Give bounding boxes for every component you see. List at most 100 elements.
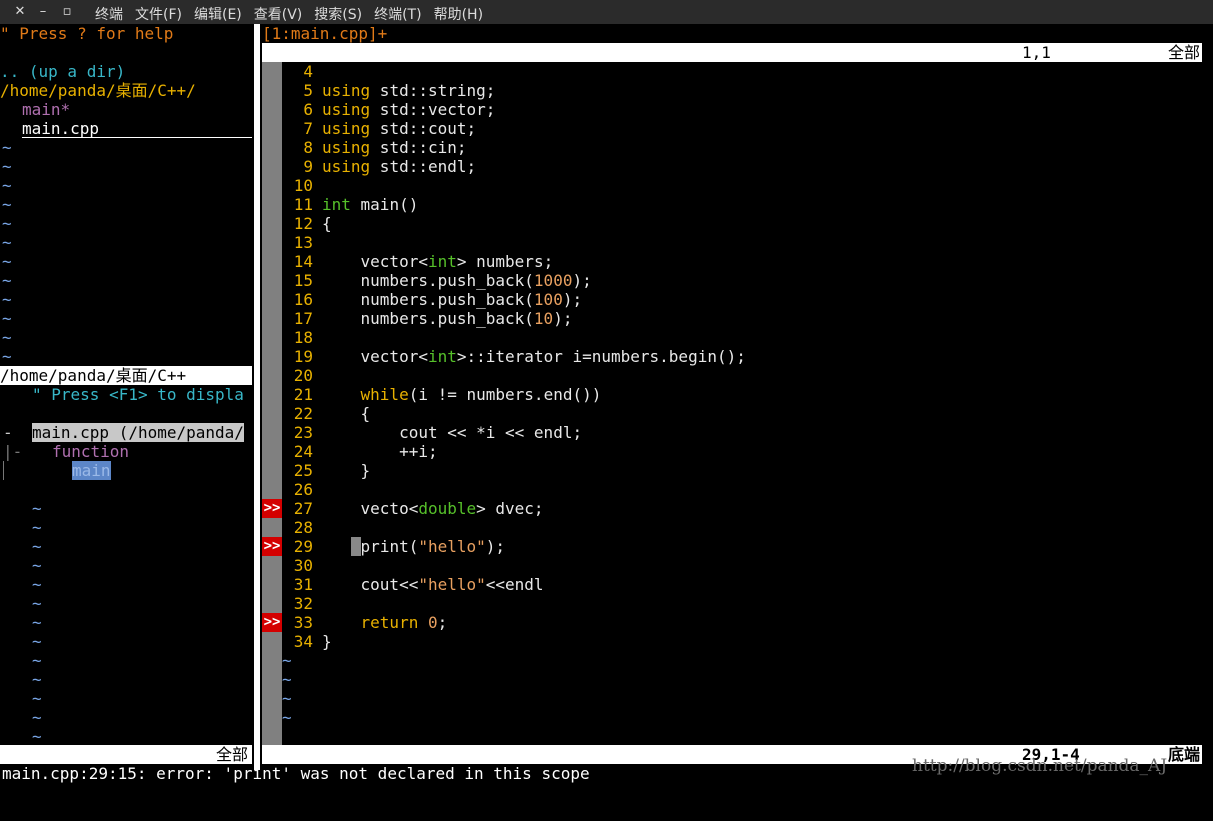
minibuf-position: 1,1 <box>1022 43 1051 62</box>
taglist-tree-guide <box>3 461 14 480</box>
code-line[interactable]: vector<int>::iterator i=numbers.begin(); <box>322 347 746 366</box>
empty-line-tilde: ~ <box>282 670 292 689</box>
code-line[interactable]: vector<int> numbers; <box>322 252 554 271</box>
code-line[interactable]: { <box>322 404 371 423</box>
line-number: 20 <box>293 366 313 385</box>
line-number: 29 <box>293 537 313 556</box>
code-line[interactable]: using std::vector; <box>322 100 495 119</box>
code-line[interactable]: numbers.push_back(10); <box>322 309 573 328</box>
empty-line-tilde: ~ <box>2 328 12 347</box>
code-line[interactable]: while(i != numbers.end()) <box>322 385 602 404</box>
empty-line-tilde: ~ <box>282 651 292 670</box>
taglist-file-entry[interactable]: main.cpp (/home/panda/ <box>32 423 244 442</box>
terminal-menubar: ✕ – ▫ 终端 文件(F) 编辑(E) 查看(V) 搜索(S) 终端(T) 帮… <box>0 0 1213 24</box>
minibuf-statusline: -MiniBufExplorer- 1,1 全部 <box>262 43 1202 81</box>
line-number: 9 <box>303 157 313 176</box>
line-number: 31 <box>293 575 313 594</box>
right-edge <box>1202 24 1213 770</box>
watermark: http://blog.csdn.net/panda_AJ <box>912 756 1168 776</box>
empty-line-tilde: ~ <box>2 195 12 214</box>
code-line[interactable]: ++i; <box>322 442 438 461</box>
line-number: 11 <box>293 195 313 214</box>
empty-line-tilde: ~ <box>32 670 42 689</box>
line-number: 33 <box>293 613 313 632</box>
empty-line-tilde: ~ <box>32 632 42 651</box>
empty-line-tilde: ~ <box>2 290 12 309</box>
explorer-help-hint: " Press ? for help <box>0 24 174 43</box>
taglist-file-marker: - <box>3 423 13 442</box>
code-line[interactable]: cout << *i << endl; <box>322 423 582 442</box>
code-line[interactable]: int main() <box>322 195 418 214</box>
code-line[interactable]: print("hello"); <box>322 537 505 556</box>
line-number: 18 <box>293 328 313 347</box>
menu-terminal[interactable]: 终端(T) <box>374 4 421 24</box>
empty-line-tilde: ~ <box>32 689 42 708</box>
file-explorer-pane: " Press ? for help .. (up a dir) /home/p… <box>0 24 252 366</box>
error-sign-marker[interactable]: >> <box>262 499 282 518</box>
minibuf-tab[interactable]: [1:main.cpp]+ <box>262 24 387 43</box>
code-line[interactable]: using std::string; <box>322 81 495 100</box>
line-number: 15 <box>293 271 313 290</box>
explorer-entry[interactable]: main.cpp <box>22 119 252 138</box>
code-line[interactable]: using std::endl; <box>322 157 476 176</box>
line-number: 24 <box>293 442 313 461</box>
line-number: 19 <box>293 347 313 366</box>
menu-file[interactable]: 文件(F) <box>135 4 182 24</box>
code-line[interactable]: vecto<double> dvec; <box>322 499 544 518</box>
menu-edit[interactable]: 编辑(E) <box>194 4 242 24</box>
empty-line-tilde: ~ <box>2 176 12 195</box>
minimize-icon[interactable]: – <box>34 3 52 21</box>
error-sign-marker[interactable]: >> <box>262 537 282 556</box>
code-line[interactable]: numbers.push_back(1000); <box>322 271 592 290</box>
empty-line-tilde: ~ <box>2 157 12 176</box>
line-number: 22 <box>293 404 313 423</box>
line-number: 27 <box>293 499 313 518</box>
empty-line-tilde: ~ <box>2 233 12 252</box>
empty-line-tilde: ~ <box>32 594 42 613</box>
vertical-split-separator[interactable] <box>252 24 262 770</box>
line-number: 4 <box>303 62 313 81</box>
line-number: 32 <box>293 594 313 613</box>
menu-view[interactable]: 查看(V) <box>254 4 303 24</box>
command-line-error: main.cpp:29:15: error: 'print' was not d… <box>2 764 590 783</box>
menu-terminal-title[interactable]: 终端 <box>95 4 123 24</box>
error-sign-marker[interactable]: >> <box>262 613 282 632</box>
editor-status-scope: 底端 <box>1167 745 1200 764</box>
code-line[interactable]: return 0; <box>322 613 448 632</box>
line-number: 30 <box>293 556 313 575</box>
maximize-icon[interactable]: ▫ <box>58 3 76 21</box>
taglist-group-marker: |- <box>3 442 23 461</box>
empty-line-tilde: ~ <box>32 518 42 537</box>
code-line[interactable]: using std::cout; <box>322 119 476 138</box>
empty-line-tilde: ~ <box>32 727 42 745</box>
code-line[interactable]: } <box>322 461 371 480</box>
minibuf-scope: 全部 <box>1167 43 1200 62</box>
explorer-up-dir[interactable]: .. (up a dir) <box>0 62 125 81</box>
empty-line-tilde: ~ <box>2 138 12 157</box>
empty-line-tilde: ~ <box>32 556 42 575</box>
code-line[interactable]: } <box>322 632 332 651</box>
explorer-cwd: /home/panda/桌面/C++/ <box>0 81 196 100</box>
line-number: 14 <box>293 252 313 271</box>
code-line[interactable]: numbers.push_back(100); <box>322 290 583 309</box>
close-icon[interactable]: ✕ <box>11 3 29 21</box>
line-number: 10 <box>293 176 313 195</box>
empty-line-tilde: ~ <box>2 214 12 233</box>
code-line[interactable]: using std::cin; <box>322 138 467 157</box>
menu-help[interactable]: 帮助(H) <box>434 4 483 24</box>
code-line[interactable]: cout<<"hello"<<endl <box>322 575 544 594</box>
line-number: 8 <box>303 138 313 157</box>
line-number: 23 <box>293 423 313 442</box>
taglist-tag-main[interactable]: main <box>72 461 111 480</box>
sign-column <box>262 62 282 745</box>
empty-line-tilde: ~ <box>282 689 292 708</box>
code-line[interactable]: { <box>322 214 332 233</box>
taglist-group-function[interactable]: function <box>52 442 129 461</box>
explorer-entry[interactable]: main* <box>22 100 70 119</box>
menu-search[interactable]: 搜索(S) <box>314 4 362 24</box>
empty-line-tilde: ~ <box>32 499 42 518</box>
line-number: 13 <box>293 233 313 252</box>
line-number: 12 <box>293 214 313 233</box>
empty-line-tilde: ~ <box>32 708 42 727</box>
empty-line-tilde: ~ <box>2 271 12 290</box>
